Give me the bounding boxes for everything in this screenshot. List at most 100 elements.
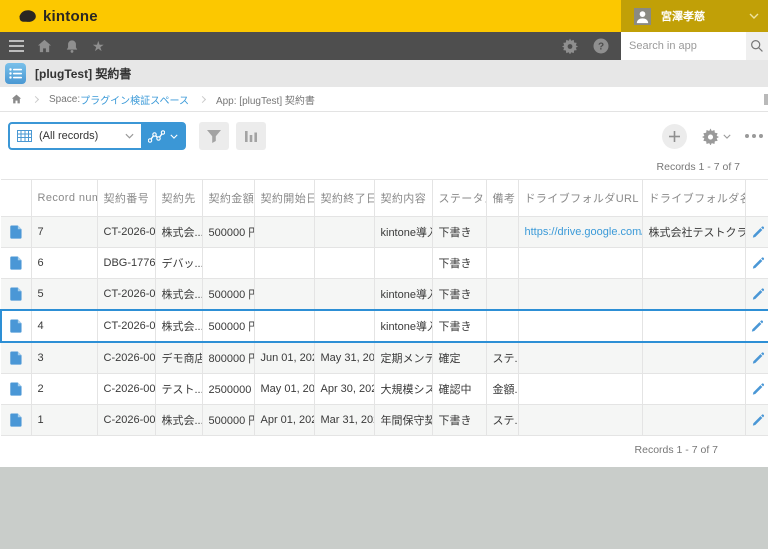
column-header-end-date[interactable]: 契約終了日 xyxy=(314,180,374,217)
chart-button[interactable] xyxy=(236,122,266,150)
cell-notes xyxy=(486,248,518,279)
cell-status: 確認中 xyxy=(432,374,486,405)
favorites-star-icon[interactable]: ★ xyxy=(92,39,105,53)
column-header-edit xyxy=(745,180,768,217)
open-record-cell[interactable] xyxy=(1,310,31,342)
column-header-contract-number[interactable]: 契約番号 xyxy=(97,180,155,217)
open-record-cell[interactable] xyxy=(1,405,31,436)
cell-contract-number: CT-2026-001 xyxy=(97,310,155,342)
breadcrumb-home-icon[interactable] xyxy=(11,94,22,104)
view-selector-dropdown[interactable]: (All records) xyxy=(10,124,141,148)
notifications-bell-icon[interactable] xyxy=(65,39,79,54)
add-record-button[interactable] xyxy=(662,124,687,149)
document-icon xyxy=(10,351,22,365)
breadcrumb-collapse-handle-icon[interactable] xyxy=(764,94,768,105)
table-header-row: Record number契約番号契約先契約金額契約開始日契約終了日契約内容ステ… xyxy=(1,180,768,217)
cell-drive-folder-name xyxy=(642,374,745,405)
edit-record-button[interactable] xyxy=(745,217,768,248)
chevron-down-icon xyxy=(723,134,731,139)
edit-record-button[interactable] xyxy=(745,374,768,405)
kintone-logo[interactable]: kintone xyxy=(0,0,98,32)
breadcrumb-space-link[interactable]: プラグイン検証スペース xyxy=(80,92,189,107)
document-icon xyxy=(10,319,22,333)
record-count-top: Records 1 - 7 of 7 xyxy=(0,150,768,179)
column-header-notes[interactable]: 備考 xyxy=(486,180,518,217)
cell-start-date: May 01, 2026 xyxy=(254,374,314,405)
app-settings-button[interactable] xyxy=(702,128,731,145)
settings-gear-icon[interactable] xyxy=(562,38,578,54)
cell-drive-folder-name xyxy=(642,405,745,436)
table-row: 4CT-2026-001株式会...500000 円kintone導入...下書… xyxy=(1,310,768,342)
open-record-cell[interactable] xyxy=(1,374,31,405)
edit-pencil-icon xyxy=(751,226,764,239)
cell-record-number: 5 xyxy=(31,279,97,311)
column-header-drive-folder-url[interactable]: ドライブフォルダURL xyxy=(518,180,642,217)
table-row: 2C-2026-002テスト...2500000 円May 01, 2026Ap… xyxy=(1,374,768,405)
table-row: 7CT-2026-001株式会...500000 円kintone導入...下書… xyxy=(1,217,768,248)
hamburger-menu-icon[interactable] xyxy=(9,40,24,52)
home-icon[interactable] xyxy=(37,39,52,53)
column-header-icon xyxy=(1,180,31,217)
edit-record-button[interactable] xyxy=(745,342,768,374)
document-icon xyxy=(10,382,22,396)
more-options-button[interactable] xyxy=(745,134,763,138)
search-icon xyxy=(750,39,764,53)
edit-record-button[interactable] xyxy=(745,248,768,279)
kintone-logo-icon xyxy=(17,8,38,25)
cell-drive-folder-name xyxy=(642,248,745,279)
cell-end-date: Mar 31, 2027 xyxy=(314,405,374,436)
filter-button[interactable] xyxy=(199,122,229,150)
edit-pencil-icon xyxy=(751,383,764,396)
edit-pencil-icon xyxy=(751,414,764,427)
view-selector-label: (All records) xyxy=(39,130,98,142)
cell-amount: 500000 円 xyxy=(202,405,254,436)
app-title-bar: [plugTest] 契約書 xyxy=(0,60,768,87)
cell-status: 下書き xyxy=(432,405,486,436)
cell-drive-folder-name xyxy=(642,310,745,342)
column-header-client[interactable]: 契約先 xyxy=(155,180,202,217)
app-icon[interactable] xyxy=(5,63,26,84)
search-input[interactable] xyxy=(621,32,746,60)
cell-record-number: 7 xyxy=(31,217,97,248)
column-header-drive-folder-name[interactable]: ドライブフォルダ名 xyxy=(642,180,745,217)
edit-pencil-icon xyxy=(751,257,764,270)
cell-drive-folder-url xyxy=(518,374,642,405)
column-header-status[interactable]: ステータス xyxy=(432,180,486,217)
user-avatar-icon xyxy=(634,8,651,25)
cell-client: 株式会... xyxy=(155,217,202,248)
chevron-down-icon xyxy=(170,134,178,139)
cell-drive-folder-url: https://drive.google.com/drive/f... xyxy=(518,217,642,248)
open-record-cell[interactable] xyxy=(1,217,31,248)
cell-status: 下書き xyxy=(432,279,486,311)
edit-record-button[interactable] xyxy=(745,405,768,436)
cell-client: デバッ... xyxy=(155,248,202,279)
cell-contract-content: 大規模シス... xyxy=(374,374,432,405)
open-record-cell[interactable] xyxy=(1,248,31,279)
view-toolbar: (All records) xyxy=(0,112,768,150)
column-header-amount[interactable]: 契約金額 xyxy=(202,180,254,217)
cell-drive-folder-url xyxy=(518,279,642,311)
svg-text:?: ? xyxy=(598,42,604,53)
user-menu[interactable]: 宮澤孝慈 xyxy=(621,0,768,32)
drive-folder-url-link[interactable]: https://drive.google.com/drive/f... xyxy=(525,226,643,238)
edit-record-button[interactable] xyxy=(745,279,768,311)
column-header-contract-content[interactable]: 契約内容 xyxy=(374,180,432,217)
global-nav: ★ ? xyxy=(0,32,768,60)
cell-status: 確定 xyxy=(432,342,486,374)
graph-view-button[interactable] xyxy=(141,124,184,148)
open-record-cell[interactable] xyxy=(1,279,31,311)
cell-client: デモ商店 xyxy=(155,342,202,374)
open-record-cell[interactable] xyxy=(1,342,31,374)
bar-chart-icon xyxy=(244,129,258,143)
cell-contract-content: kintone導入... xyxy=(374,279,432,311)
edit-record-button[interactable] xyxy=(745,310,768,342)
help-icon[interactable]: ? xyxy=(593,38,609,54)
cell-contract-number: CT-2026-001 xyxy=(97,279,155,311)
cell-drive-folder-name xyxy=(642,342,745,374)
column-header-start-date[interactable]: 契約開始日 xyxy=(254,180,314,217)
brand-text: kintone xyxy=(43,8,98,25)
cell-client: 株式会... xyxy=(155,310,202,342)
search-submit-button[interactable] xyxy=(746,32,768,60)
column-header-record-number[interactable]: Record number xyxy=(31,180,97,217)
cell-drive-folder-url xyxy=(518,310,642,342)
